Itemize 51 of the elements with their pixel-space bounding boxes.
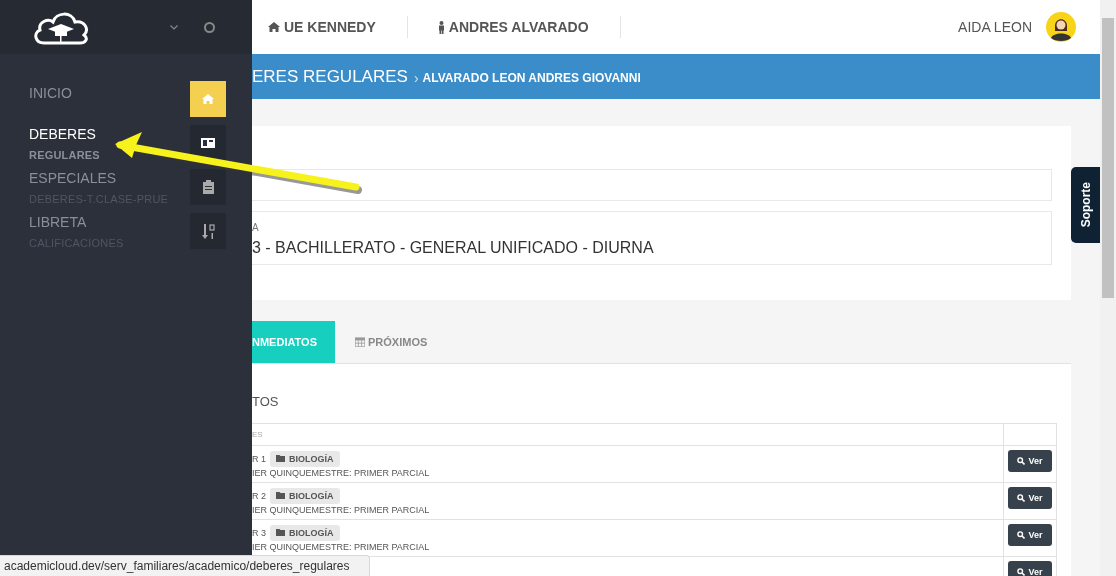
submenu-item[interactable]: REGULARES (29, 148, 100, 162)
menu-item[interactable]: INICIO (29, 85, 72, 101)
field-value: 3 - BACHILLERATO - GENERAL UNIFICADO - DIURNA (252, 238, 655, 258)
chevron-icon[interactable] (170, 24, 178, 30)
view-button[interactable]: Ver (1008, 487, 1052, 509)
scrollbar[interactable] (1100, 0, 1116, 576)
avatar-icon[interactable] (1046, 12, 1076, 42)
folder-icon (276, 455, 285, 462)
search-icon (1017, 568, 1026, 576)
menu-icon-button[interactable] (190, 125, 226, 161)
assignment-title: R 3 (252, 527, 266, 538)
menu-item[interactable]: LIBRETA (29, 214, 87, 230)
folder-icon (276, 529, 285, 536)
student-link[interactable]: ANDRES ALVARADO (421, 19, 589, 35)
menu-item[interactable]: DEBERES (29, 126, 96, 142)
menu-icon-button[interactable] (190, 213, 226, 249)
assignment-title: R 2 (252, 490, 266, 501)
home-icon (202, 94, 214, 104)
subject-badge: BIOLOGÍA (270, 487, 340, 504)
search-icon (1017, 531, 1026, 539)
clipboard-icon (202, 180, 214, 194)
view-button[interactable]: Ver (1008, 561, 1052, 576)
folder-icon (276, 492, 285, 499)
user-name[interactable]: AIDA LEON (958, 19, 1032, 35)
support-tab[interactable]: Soporte (1071, 167, 1100, 243)
breadcrumb-current: ALVARADO LEON ANDRES GIOVANNI (422, 70, 641, 85)
home-icon (268, 22, 280, 32)
person-icon (437, 20, 445, 34)
subject-badge: BIOLOGÍA (270, 524, 340, 541)
breadcrumb-section[interactable]: ERES REGULARES (252, 66, 408, 87)
view-button[interactable]: Ver (1008, 450, 1052, 472)
search-icon (1017, 457, 1026, 465)
period-text: IER QUINQUEMESTRE: PRIMER PARCIAL (252, 504, 431, 515)
calendar-icon (355, 337, 365, 347)
circle-icon[interactable] (204, 21, 215, 33)
column-header: ES (252, 430, 264, 439)
menu-icon-button[interactable] (190, 169, 226, 205)
school-link[interactable]: UE KENNEDY (252, 19, 376, 35)
field-label: A (252, 222, 260, 234)
search-icon (1017, 494, 1026, 502)
assignment-title: R 1 (252, 453, 266, 464)
sort-icon (201, 223, 215, 239)
breadcrumb-separator: › (413, 69, 419, 86)
id-card-icon (201, 138, 215, 148)
subject-badge: BIOLOGÍA (270, 450, 340, 467)
period-text: IER QUINQUEMESTRE: PRIMER PARCIAL (252, 467, 431, 478)
menu-item[interactable]: ESPECIALES (29, 170, 117, 186)
view-button[interactable]: Ver (1008, 524, 1052, 546)
period-text: IER QUINQUEMESTRE: PRIMER PARCIAL (252, 541, 431, 552)
status-url: academicloud.dev/serv_familiares/academico/deberes_regulares (0, 555, 370, 576)
panel-title: TOS (252, 394, 280, 410)
